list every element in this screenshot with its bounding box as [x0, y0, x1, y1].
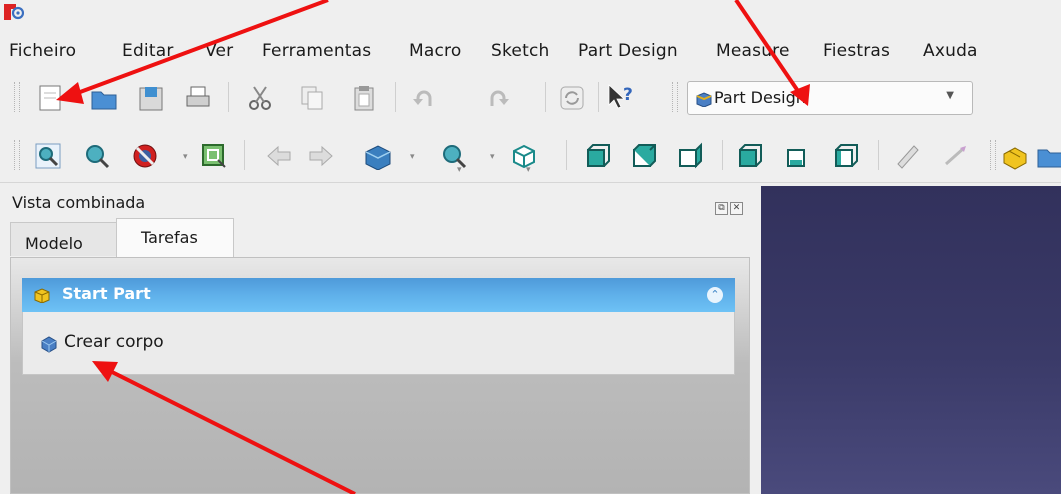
menu-part-design[interactable]: Part Design: [578, 41, 678, 61]
create-body-label: Crear corpo: [64, 332, 164, 352]
menu-fiestras[interactable]: Fiestras: [823, 41, 890, 61]
task-panel-header[interactable]: Start Part ⌃: [22, 278, 735, 312]
open-folder-icon[interactable]: [90, 84, 118, 112]
std-views-dropdown-icon[interactable]: ▾: [410, 153, 418, 162]
whats-this-icon[interactable]: ?: [606, 82, 634, 110]
redo-icon[interactable]: [484, 84, 512, 112]
combo-view-title: Vista combinada: [12, 193, 146, 212]
part-feature-icon[interactable]: [1001, 142, 1029, 170]
view-toolbar: ▾ ▾ ▾: [0, 128, 1061, 183]
view-front-icon[interactable]: [584, 142, 612, 170]
task-panel-title: Start Part: [62, 284, 151, 303]
combo-view-tabs: Modelo Tarefas: [10, 218, 754, 258]
back-arrow-icon[interactable]: [265, 142, 293, 170]
toolbar-grip[interactable]: [990, 140, 996, 170]
tab-modelo[interactable]: Modelo: [10, 222, 118, 256]
chevron-down-icon: ▼: [946, 90, 954, 101]
undo-icon[interactable]: [410, 84, 438, 112]
menu-ficheiro[interactable]: Ficheiro: [9, 41, 76, 61]
zoom-icon[interactable]: [440, 142, 468, 170]
print-icon[interactable]: [184, 84, 212, 112]
toolbar-grip[interactable]: [14, 82, 20, 112]
workbench-selector[interactable]: Part Design ▼: [687, 81, 973, 115]
forward-arrow-icon[interactable]: [307, 142, 335, 170]
menu-ver[interactable]: Ver: [205, 41, 233, 61]
collapse-icon[interactable]: ⌃: [707, 287, 723, 303]
view-isometric-icon[interactable]: [510, 142, 538, 170]
float-icon[interactable]: ⧉: [715, 202, 728, 215]
draw-style-icon[interactable]: [131, 142, 159, 170]
tab-tarefas[interactable]: Tarefas: [116, 218, 234, 258]
paste-icon[interactable]: [350, 84, 378, 112]
menu-bar: Ficheiro Editar Ver Ferramentas Macro Sk…: [0, 36, 1061, 70]
view-top-icon[interactable]: [630, 142, 658, 170]
zoom-dropdown-icon[interactable]: ▾: [490, 153, 498, 162]
fit-selection-icon[interactable]: [83, 142, 111, 170]
svg-text:?: ?: [623, 85, 633, 105]
save-document-icon[interactable]: [137, 84, 165, 112]
menu-axuda[interactable]: Axuda: [923, 41, 978, 61]
view-right-icon[interactable]: [676, 142, 704, 170]
dock-buttons: ⧉ ✕: [713, 195, 743, 215]
bounding-box-icon[interactable]: [200, 142, 228, 170]
toolbar-grip[interactable]: [672, 82, 678, 112]
3d-viewport[interactable]: [761, 186, 1061, 494]
std-views-icon[interactable]: [364, 142, 392, 170]
title-bar: [0, 0, 1061, 36]
view-bottom-icon[interactable]: [784, 142, 812, 170]
menu-macro[interactable]: Macro: [409, 41, 461, 61]
menu-measure[interactable]: Measure: [716, 41, 790, 61]
body-icon: [41, 336, 57, 353]
new-document-icon[interactable]: [36, 84, 64, 112]
combo-view-header: Vista combinada ⧉ ✕: [0, 190, 754, 216]
draw-style-dropdown-icon[interactable]: ▾: [183, 153, 191, 162]
fit-all-icon[interactable]: [34, 142, 62, 170]
toggle-clipping-icon[interactable]: [942, 142, 970, 170]
view-left-icon[interactable]: [832, 142, 860, 170]
copy-icon[interactable]: [298, 84, 326, 112]
menu-editar[interactable]: Editar: [122, 41, 174, 61]
cut-icon[interactable]: [246, 84, 274, 112]
view-rear-icon[interactable]: [736, 142, 764, 170]
close-icon[interactable]: ✕: [730, 202, 743, 215]
toolbar-grip[interactable]: [14, 140, 20, 170]
refresh-icon[interactable]: [558, 84, 586, 112]
part-design-workbench-icon: [696, 92, 712, 107]
measure-distance-icon[interactable]: [894, 142, 922, 170]
freecad-logo-icon: [4, 4, 24, 20]
menu-ferramentas[interactable]: Ferramentas: [262, 41, 371, 61]
workbench-selector-value: Part Design: [714, 88, 806, 107]
menu-sketch[interactable]: Sketch: [491, 41, 549, 61]
part-cube-icon: [34, 288, 50, 303]
part-folder-icon[interactable]: [1036, 142, 1061, 170]
